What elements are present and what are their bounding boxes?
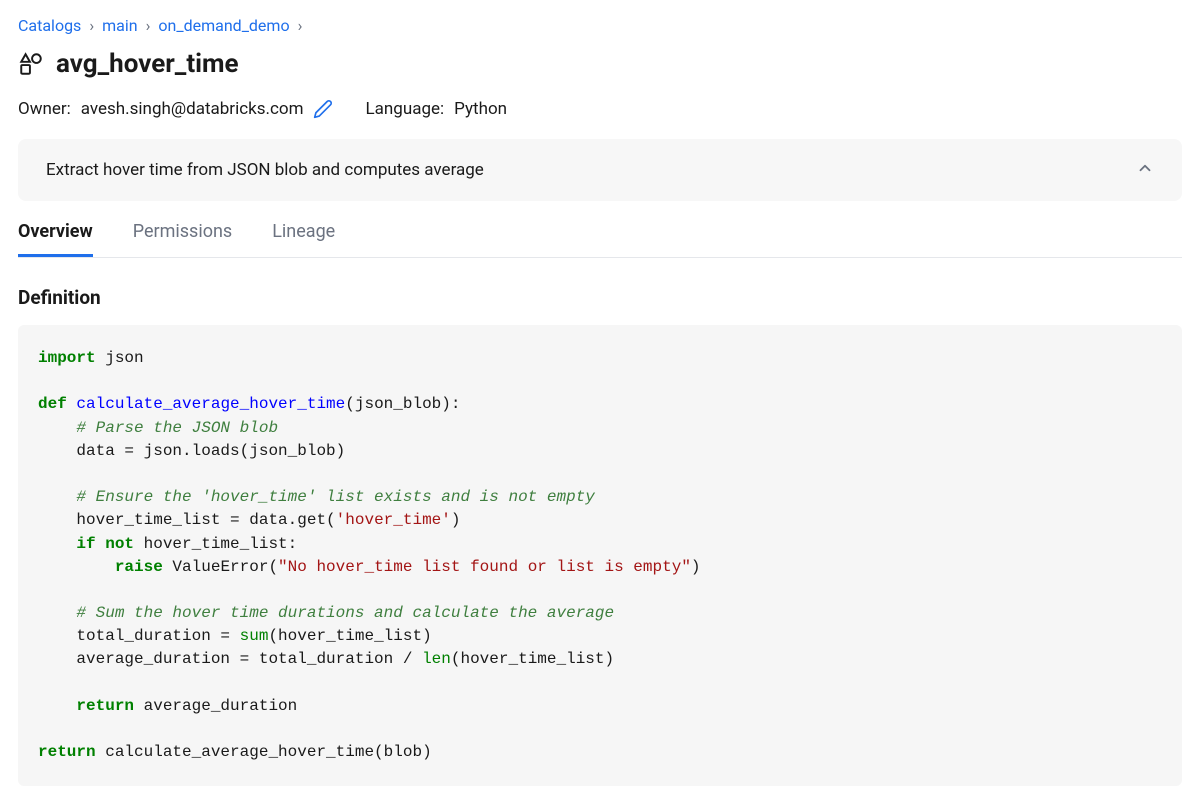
tabs: Overview Permissions Lineage — [18, 221, 1182, 258]
code-kw: if not — [38, 535, 134, 553]
owner-label: Owner: — [18, 99, 71, 119]
breadcrumb-sep: › — [89, 16, 94, 35]
code-kw: return — [38, 697, 134, 715]
code-string: 'hover_time' — [336, 511, 451, 529]
code-fn: calculate_average_hover_time — [67, 395, 345, 413]
tab-overview[interactable]: Overview — [18, 221, 93, 257]
code-comment: # Ensure the 'hover_time' list exists an… — [38, 488, 595, 506]
language-meta: Language: Python — [365, 99, 507, 119]
code-text: json — [96, 349, 144, 367]
code-text: hover_time_list = data.get( — [38, 511, 336, 529]
code-text: data = json.loads(json_blob) — [38, 442, 345, 460]
code-block: import json def calculate_average_hover_… — [18, 325, 1182, 786]
code-text: (hover_time_list) — [268, 627, 431, 645]
code-text: average_duration — [134, 697, 297, 715]
code-text: hover_time_list: — [134, 535, 297, 553]
code-kw: return — [38, 743, 96, 761]
code-text: ValueError( — [163, 558, 278, 576]
language-value: Python — [454, 99, 507, 119]
language-label: Language: — [365, 99, 444, 119]
code-text: total_duration = — [38, 627, 240, 645]
code-comment: # Sum the hover time durations and calcu… — [38, 604, 614, 622]
chevron-up-icon — [1136, 159, 1154, 181]
code-builtin: sum — [240, 627, 269, 645]
code-text: ) — [451, 511, 461, 529]
edit-owner-icon[interactable] — [313, 99, 333, 119]
description-expander[interactable]: Extract hover time from JSON blob and co… — [18, 139, 1182, 201]
code-string: "No hover_time list found or list is emp… — [278, 558, 691, 576]
code-builtin: len — [422, 650, 451, 668]
code-text: calculate_average_hover_time(blob) — [96, 743, 432, 761]
breadcrumb-catalogs[interactable]: Catalogs — [18, 16, 81, 35]
tab-permissions[interactable]: Permissions — [133, 221, 233, 257]
tab-lineage[interactable]: Lineage — [272, 221, 335, 257]
meta-row: Owner: avesh.singh@databricks.com Langua… — [18, 99, 1182, 119]
breadcrumb-sep: › — [298, 16, 303, 35]
description-text: Extract hover time from JSON blob and co… — [46, 160, 484, 180]
function-icon — [18, 51, 44, 77]
code-text: average_duration = total_duration / — [38, 650, 422, 668]
title-row: avg_hover_time — [18, 49, 1182, 79]
definition-heading: Definition — [18, 286, 1182, 309]
breadcrumb: Catalogs › main › on_demand_demo › — [18, 16, 1182, 35]
page-title: avg_hover_time — [56, 49, 239, 79]
code-comment: # Parse the JSON blob — [38, 419, 278, 437]
breadcrumb-main[interactable]: main — [102, 16, 137, 35]
code-kw: import — [38, 349, 96, 367]
code-kw: raise — [38, 558, 163, 576]
code-text: ) — [691, 558, 701, 576]
breadcrumb-sep: › — [146, 16, 151, 35]
code-kw: def — [38, 395, 67, 413]
breadcrumb-schema[interactable]: on_demand_demo — [158, 16, 289, 35]
owner-value: avesh.singh@databricks.com — [81, 99, 304, 119]
code-text: (json_blob): — [345, 395, 460, 413]
owner-meta: Owner: avesh.singh@databricks.com — [18, 99, 333, 119]
code-text: (hover_time_list) — [451, 650, 614, 668]
